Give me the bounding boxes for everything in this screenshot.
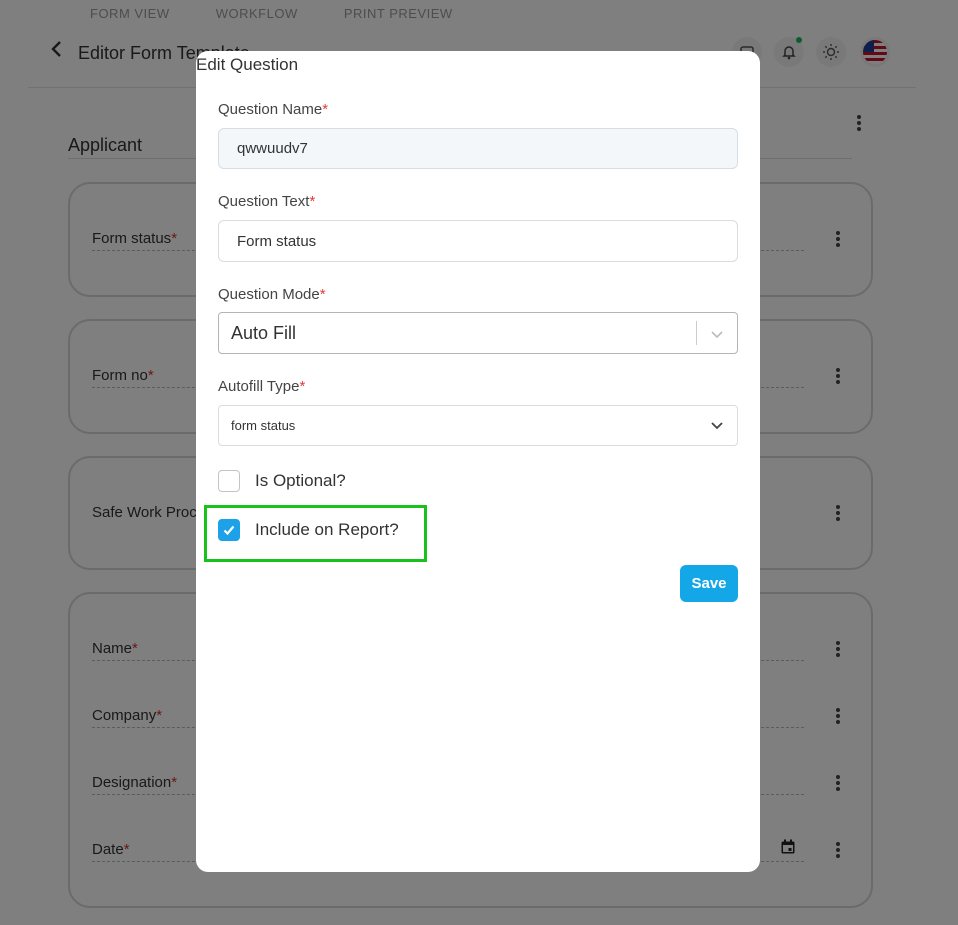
select-separator <box>696 321 697 345</box>
question-mode-label: Question Mode* <box>218 286 326 303</box>
question-mode-value: Auto Fill <box>231 322 297 343</box>
question-name-input[interactable]: qwwuudv7 <box>218 128 738 169</box>
question-name-label: Question Name* <box>218 101 329 118</box>
checkmark-icon <box>223 525 235 536</box>
autofill-type-value: form status <box>231 418 296 433</box>
autofill-type-label: Autofill Type* <box>218 378 306 395</box>
autofill-type-select[interactable]: form status <box>218 405 738 446</box>
include-on-report-label: Include on Report? <box>255 520 399 539</box>
include-on-report-checkbox[interactable] <box>218 519 240 541</box>
is-optional-label: Is Optional? <box>255 471 346 490</box>
edit-question-dialog: Edit Question Question Name* qwwuudv7 Qu… <box>196 51 760 872</box>
dialog-title: Edit Question <box>196 55 299 74</box>
chevron-down-icon <box>711 422 723 430</box>
chevron-down-icon <box>711 331 723 339</box>
question-text-input[interactable]: Form status <box>218 220 738 262</box>
is-optional-checkbox[interactable] <box>218 470 240 492</box>
include-on-report-row[interactable]: Include on Report? <box>218 519 399 541</box>
save-button[interactable]: Save <box>680 565 738 602</box>
is-optional-row[interactable]: Is Optional? <box>218 470 346 492</box>
question-text-label: Question Text* <box>218 193 316 210</box>
question-mode-select[interactable]: Auto Fill <box>218 312 738 354</box>
